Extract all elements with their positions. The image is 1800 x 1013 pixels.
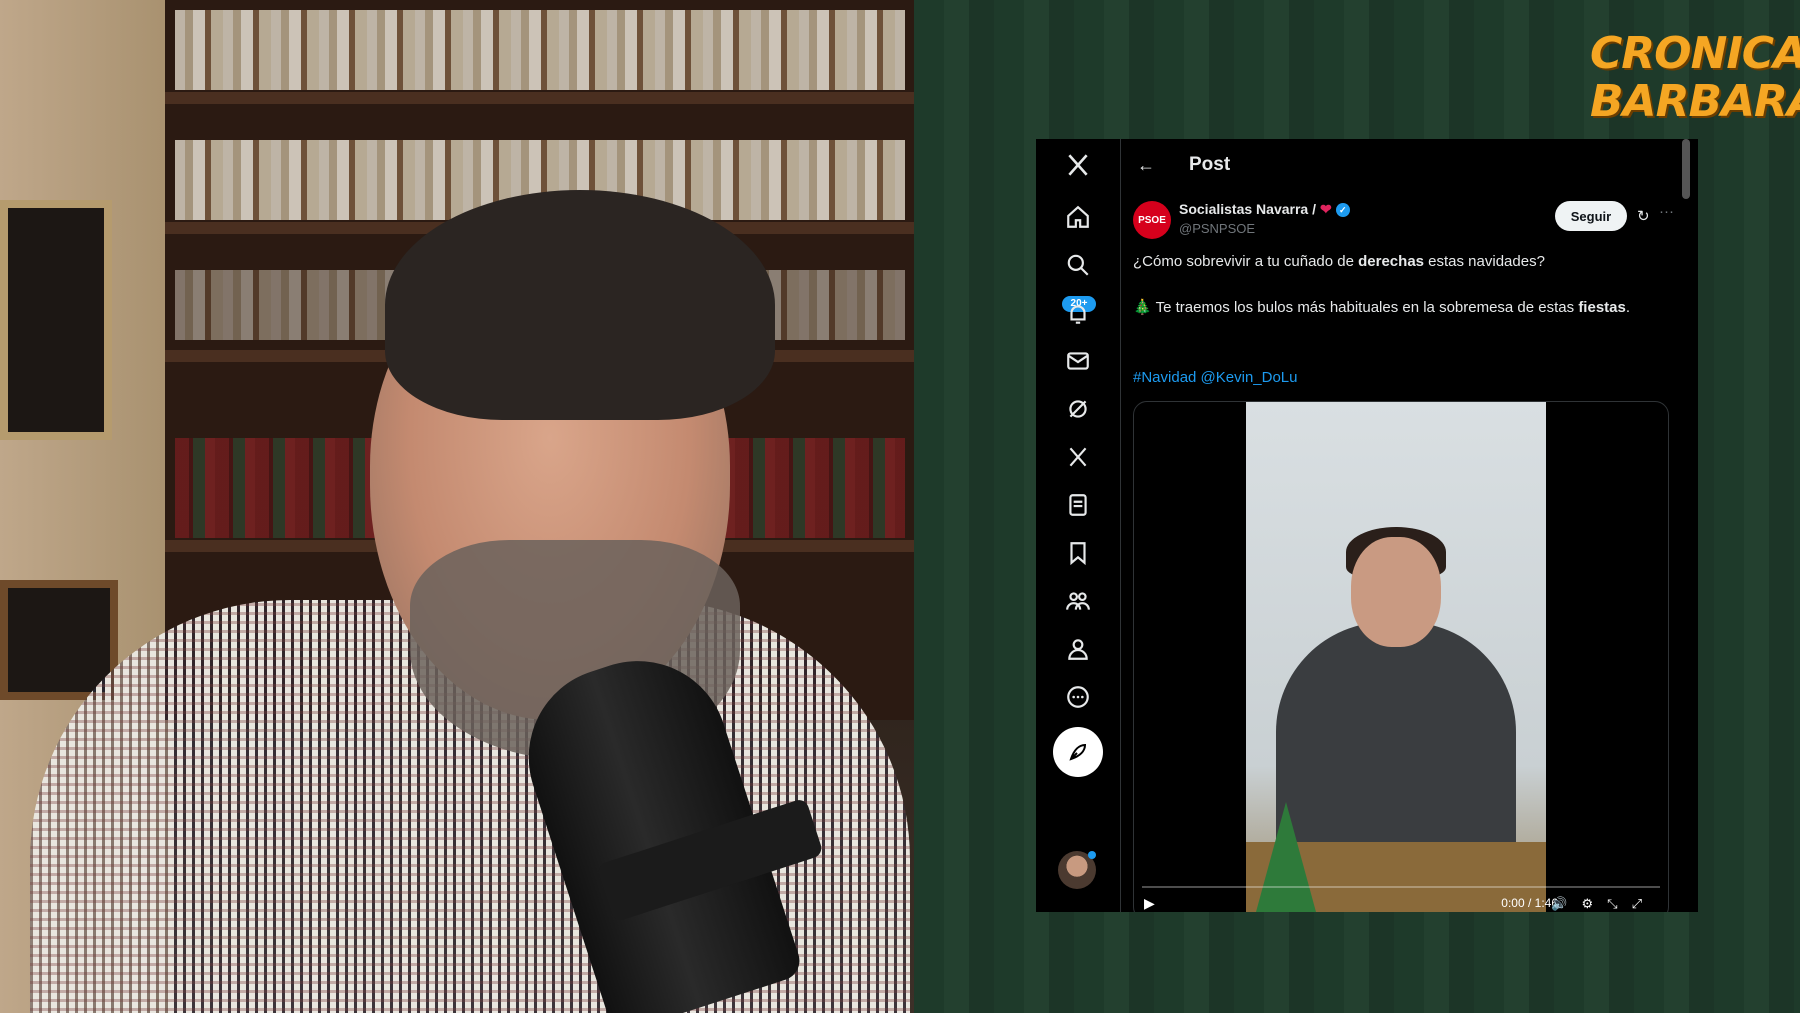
tree-emoji: 🎄 bbox=[1133, 299, 1152, 316]
video-control-icons[interactable]: 🔊⚙⤡⤢ bbox=[1551, 896, 1656, 912]
more-icon[interactable] bbox=[1058, 677, 1098, 717]
post-text-line-2: 🎄 Te traemos los bulos más habituales en… bbox=[1133, 299, 1631, 316]
person-hair bbox=[385, 190, 775, 420]
post-text-line-1: ¿Cómo sobrevivir a tu cuñado de derechas… bbox=[1133, 253, 1545, 270]
bookmark-icon[interactable] bbox=[1058, 533, 1098, 573]
post-video[interactable]: ▶ 0:00 / 1:46 🔊⚙⤡⤢ bbox=[1133, 401, 1669, 912]
video-person-head bbox=[1351, 537, 1441, 647]
logo-line-2: BARBARAS bbox=[1590, 76, 1800, 127]
more-options-icon[interactable]: ··· bbox=[1659, 203, 1674, 220]
play-icon[interactable]: ▶ bbox=[1144, 895, 1155, 912]
back-arrow-icon[interactable]: ← bbox=[1137, 155, 1163, 176]
compose-post-button[interactable] bbox=[1053, 727, 1103, 777]
webcam-feed bbox=[0, 0, 914, 1013]
logo-line-1: CRONICAS bbox=[1590, 28, 1800, 79]
profile-icon[interactable] bbox=[1058, 629, 1098, 669]
grok-icon[interactable] bbox=[1058, 389, 1098, 429]
search-icon[interactable] bbox=[1058, 245, 1098, 285]
author-handle[interactable]: @PSNPSOE bbox=[1179, 221, 1255, 236]
lists-icon[interactable] bbox=[1058, 485, 1098, 525]
post-author: PSOE Socialistas Navarra / ❤ ✓ @PSNPSOE Se… bbox=[1133, 199, 1674, 245]
feather-icon bbox=[1069, 743, 1087, 761]
wall-painting bbox=[0, 200, 112, 440]
post-hashtags[interactable]: #Navidad @Kevin_DoLu bbox=[1133, 367, 1663, 389]
premium-x-icon[interactable] bbox=[1058, 437, 1098, 477]
heart-icon: ❤ bbox=[1319, 201, 1332, 217]
verified-icon: ✓ bbox=[1335, 203, 1350, 218]
page-title: Post bbox=[1189, 154, 1231, 175]
author-name[interactable]: Socialistas Navarra / ❤ ✓ bbox=[1179, 201, 1350, 218]
post-header: ← Post bbox=[1121, 139, 1680, 191]
post-detail-panel: ← Post PSOE Socialistas Navarra / ❤ ✓ @PSN… bbox=[1120, 139, 1680, 912]
x-sidebar-nav: 20+ bbox=[1036, 139, 1120, 912]
x-logo-icon[interactable] bbox=[1058, 145, 1098, 185]
communities-icon[interactable] bbox=[1058, 581, 1098, 621]
follow-button[interactable]: Seguir bbox=[1555, 201, 1627, 231]
account-status-dot bbox=[1088, 851, 1096, 859]
channel-logo: CRONICAS BARBARAS bbox=[1590, 28, 1800, 127]
video-time: 0:00 / 1:46 bbox=[1501, 896, 1558, 910]
scrollbar[interactable] bbox=[1682, 139, 1690, 199]
messages-icon[interactable] bbox=[1058, 341, 1098, 381]
grok-refresh-icon[interactable]: ↻ bbox=[1637, 207, 1650, 225]
notifications-icon[interactable] bbox=[1058, 294, 1098, 334]
video-progress-bar[interactable] bbox=[1142, 886, 1660, 888]
home-icon[interactable] bbox=[1058, 197, 1098, 237]
x-app-window: 20+ ← Post PSOE Socialistas Navarra / ❤ … bbox=[1036, 139, 1698, 912]
author-avatar[interactable]: PSOE bbox=[1133, 201, 1171, 239]
video-frame bbox=[1246, 402, 1546, 912]
video-controls: ▶ 0:00 / 1:46 🔊⚙⤡⤢ bbox=[1134, 886, 1668, 912]
author-name-text: Socialistas Navarra / bbox=[1179, 201, 1316, 217]
